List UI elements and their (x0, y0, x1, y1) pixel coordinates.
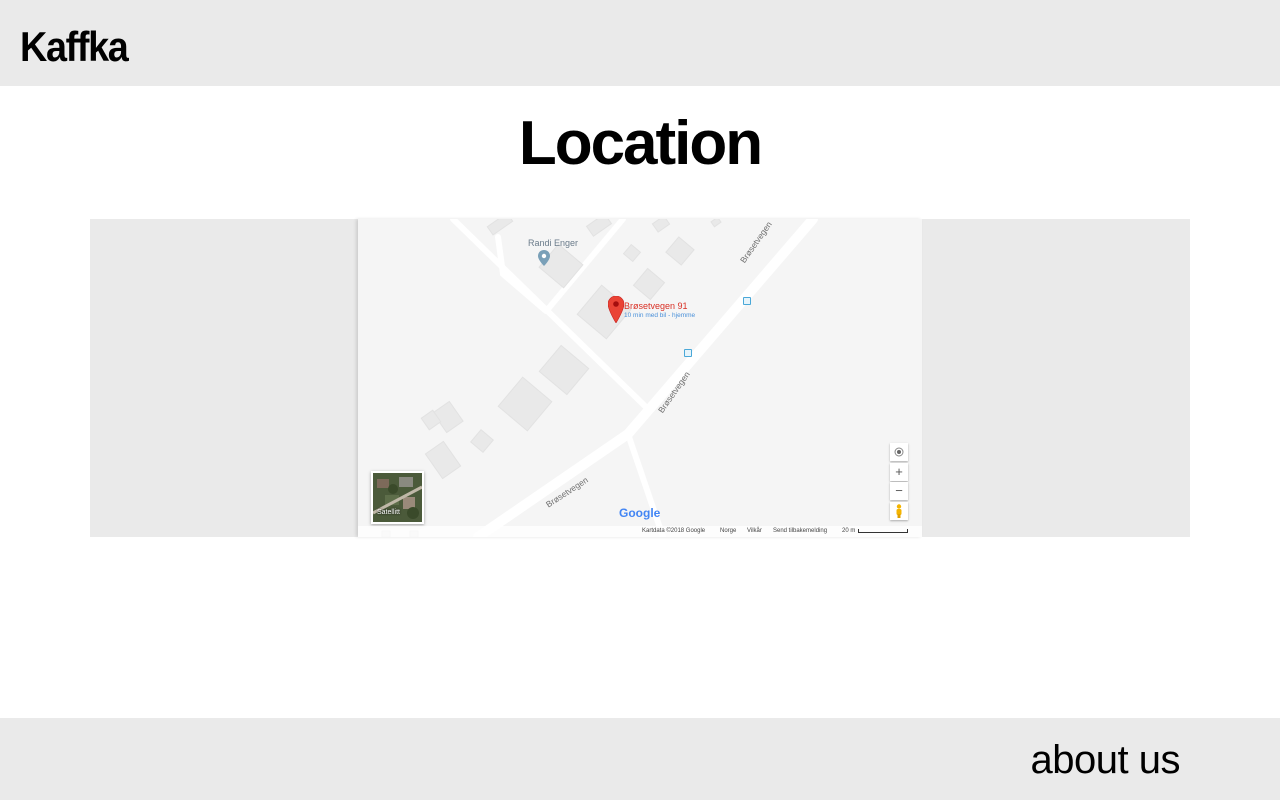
map-feedback-link[interactable]: Send tilbakemelding (773, 526, 827, 537)
satellite-label: Satellitt (377, 509, 400, 516)
poi-label: Randi Enger (528, 238, 579, 248)
map-scale-bar (858, 529, 908, 533)
site-header: Kaffka (0, 0, 1280, 86)
my-location-button[interactable] (890, 443, 908, 461)
map-scale-label[interactable]: 20 m (842, 526, 855, 537)
map-attribution-bar (358, 526, 922, 537)
map-region-link[interactable]: Norge (720, 526, 736, 537)
bus-stop-icon[interactable] (743, 297, 751, 305)
satellite-toggle-button[interactable]: Satellitt (371, 471, 424, 524)
place-name-label[interactable]: Brøsetvegen 91 (624, 301, 688, 311)
zoom-out-button[interactable]: − (890, 482, 908, 500)
map-data-attribution: Kartdata ©2018 Google (642, 528, 706, 534)
map-base[interactable] (358, 219, 922, 537)
about-us-link[interactable]: about us (1031, 738, 1181, 782)
location-icon (894, 447, 904, 457)
place-subtitle: 10 min med bil - hjemme (624, 312, 696, 319)
map-terms-link[interactable]: Vilkår (747, 526, 762, 537)
embedded-map[interactable]: Randi Enger Brøsetvegen 91 10 min med bi… (358, 219, 922, 537)
brand-logo[interactable]: Kaffka (20, 22, 129, 72)
bus-stop-icon[interactable] (684, 349, 692, 357)
zoom-in-button[interactable]: + (890, 463, 908, 481)
google-logo-text: Google (619, 506, 661, 520)
google-logo[interactable]: Google (619, 506, 660, 520)
pegman-icon (896, 504, 902, 518)
page-title: Location (518, 109, 763, 178)
map-marker-icon[interactable] (608, 296, 624, 323)
street-view-button[interactable] (890, 502, 908, 520)
site-footer: about us (0, 718, 1280, 800)
poi-pin-icon[interactable] (538, 250, 550, 266)
